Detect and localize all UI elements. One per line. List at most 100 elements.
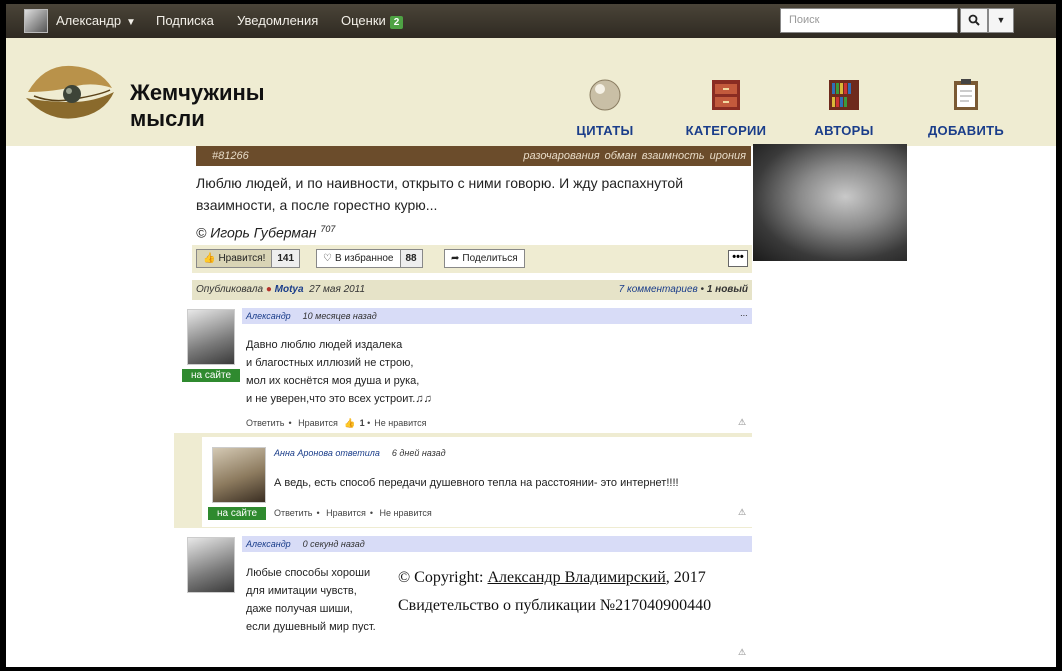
site-title[interactable]: Жемчужины мысли [130, 80, 265, 132]
user-avatar[interactable] [24, 9, 48, 33]
quote-header-bar: #81266 разочарования обман взаимность ирони… [196, 146, 751, 166]
comment-author[interactable]: Александр [246, 311, 291, 321]
comment-line: мол их коснётся моя душа и рука, [246, 375, 420, 387]
like-button[interactable]: 👍 Нравится! 141 [196, 249, 301, 268]
comment-time: 10 месяцев назад [302, 311, 377, 321]
user-female-icon: ● [265, 284, 272, 295]
nav-categories-label: КАТЕГОРИИ [685, 123, 767, 138]
quote-id[interactable]: #81266 [212, 150, 249, 162]
thumbs-up-icon: 👍 [344, 418, 356, 428]
user-menu[interactable]: Александр ▼ [56, 13, 136, 28]
more-options-button[interactable]: ••• [728, 250, 748, 267]
ratings-label: Оценки [341, 13, 386, 28]
search-input[interactable]: Поиск [780, 8, 958, 33]
comments-info: 7 комментариев • 1 новый [619, 284, 748, 295]
comment-line: даже получая шиши, [246, 603, 353, 615]
quote-author[interactable]: © Игорь Губерман 707 [196, 224, 335, 241]
copyright-notice: © Copyright: Александр Владимирский, 201… [398, 564, 711, 620]
favorite-count: 88 [399, 250, 422, 267]
search-button[interactable] [960, 8, 988, 33]
comment-author[interactable]: Анна Аронова ответила [274, 448, 380, 458]
nav-categories[interactable]: КАТЕГОРИИ [681, 78, 771, 138]
comment-text: А ведь, есть способ передачи душевного т… [274, 474, 679, 492]
online-badge: на сайте [182, 369, 240, 382]
dislike-link[interactable]: Не нравится [380, 508, 432, 518]
comment-text: Давно люблю людей издалека и благостных … [246, 336, 432, 408]
comment-header: Анна Аронова ответила 6 дней назад [272, 445, 752, 461]
top-navbar: Александр ▼ Подписка Уведомления Оценки 2 … [6, 4, 1056, 38]
comment-menu[interactable]: ... [740, 308, 748, 318]
search-options-dropdown[interactable]: ▼ [988, 8, 1014, 33]
caret-down-icon: ▼ [126, 17, 136, 28]
comment-line: и не уверен,что это всех устроит.♫♫ [246, 393, 432, 405]
comment-line: и благостных иллюзий не строю, [246, 357, 414, 369]
site-header: Жемчужины мысли ЦИТАТЫ КАТЕГОРИИ АВТОРЫ … [6, 38, 1056, 146]
thumbs-up-icon: 👍 [203, 253, 216, 264]
comment-avatar[interactable] [187, 537, 235, 593]
tag[interactable]: ирония [710, 150, 746, 162]
share-label: ➦ Поделиться [445, 250, 524, 267]
comment-time: 0 секунд назад [302, 539, 365, 549]
comment-author[interactable]: Александр [246, 539, 291, 549]
comment-avatar[interactable] [187, 309, 235, 365]
share-button[interactable]: ➦ Поделиться [444, 249, 525, 268]
published-info: Опубликовала ● Motya 27 мая 2011 [196, 284, 365, 295]
comment-line: если душевный мир пуст. [246, 621, 376, 633]
reply-link[interactable]: Ответить [246, 418, 284, 428]
nav-add[interactable]: ДОБАВИТЬ [922, 78, 1010, 138]
favorite-label: ♡ В избранное [317, 250, 400, 267]
new-comments[interactable]: 1 новый [707, 284, 748, 295]
tag[interactable]: взаимность [642, 150, 705, 162]
copyright-prefix: © Copyright: [398, 569, 488, 586]
published-date: 27 мая 2011 [309, 284, 366, 295]
comments-link[interactable]: 7 комментариев [619, 284, 698, 295]
report-icon[interactable]: ⚠ [738, 647, 746, 658]
cabinet-icon [712, 80, 740, 110]
comment-avatar[interactable] [212, 447, 266, 503]
author-photo[interactable] [753, 144, 907, 261]
comment-line: для имитации чувств, [246, 585, 357, 597]
comment-footer: Ответить • Нравится 👍 1 • Не нравится [246, 418, 427, 428]
like-text: Нравится! [218, 253, 266, 264]
comment-like-count: 1 [359, 418, 365, 428]
quote-author-name: © Игорь Губерман [196, 224, 317, 241]
pearl-shell-logo[interactable] [24, 58, 116, 124]
dislike-link[interactable]: Не нравится [374, 418, 426, 428]
comment-footer: Ответить • Нравится • Не нравится [274, 508, 432, 518]
online-badge: на сайте [208, 507, 266, 520]
comment-line: Давно люблю людей издалека [246, 339, 403, 351]
favorite-button[interactable]: ♡ В избранное 88 [316, 249, 423, 268]
like-link[interactable]: Нравится [326, 508, 366, 518]
chevron-down-icon: ▼ [996, 15, 1006, 25]
favorite-text: В избранное [334, 253, 394, 264]
comment-header: Александр 0 секунд назад [242, 536, 752, 552]
like-link[interactable]: Нравится [298, 418, 338, 428]
like-label: 👍 Нравится! [197, 250, 272, 267]
reply-link[interactable]: Ответить [274, 508, 312, 518]
quote-text: Люблю людей, и по наивности, открыто с н… [196, 175, 684, 213]
nav-authors[interactable]: АВТОРЫ [809, 78, 879, 138]
new-separator: • [700, 284, 705, 295]
share-text: Поделиться [462, 253, 518, 264]
copyright-author-link[interactable]: Александр Владимирский [488, 569, 666, 586]
comment-line: А ведь, есть способ передачи душевного т… [274, 477, 679, 489]
nav-subscription[interactable]: Подписка [156, 13, 214, 28]
nav-notifications[interactable]: Уведомления [237, 13, 318, 28]
publication-certificate: Свидетельство о публикации №217040900440 [398, 597, 712, 614]
nav-quotes[interactable]: ЦИТАТЫ [570, 78, 640, 138]
report-icon[interactable]: ⚠ [738, 507, 746, 518]
nav-add-label: ДОБАВИТЬ [927, 123, 1005, 138]
published-bar: Опубликовала ● Motya 27 мая 2011 7 комме… [192, 280, 752, 300]
pearl-icon [589, 79, 621, 111]
bookshelf-icon [829, 80, 859, 110]
ratings-badge: 2 [389, 16, 404, 29]
nav-quotes-label: ЦИТАТЫ [576, 123, 634, 138]
search-icon [968, 14, 980, 26]
tag[interactable]: разочарования [523, 150, 599, 162]
share-arrow-icon: ➦ [451, 253, 460, 264]
publisher-name[interactable]: Motya [275, 284, 304, 295]
report-icon[interactable]: ⚠ [738, 417, 746, 428]
tag[interactable]: обман [605, 150, 637, 162]
page-frame: Александр ▼ Подписка Уведомления Оценки 2 … [6, 4, 1056, 667]
nav-ratings[interactable]: Оценки 2 [341, 13, 404, 29]
